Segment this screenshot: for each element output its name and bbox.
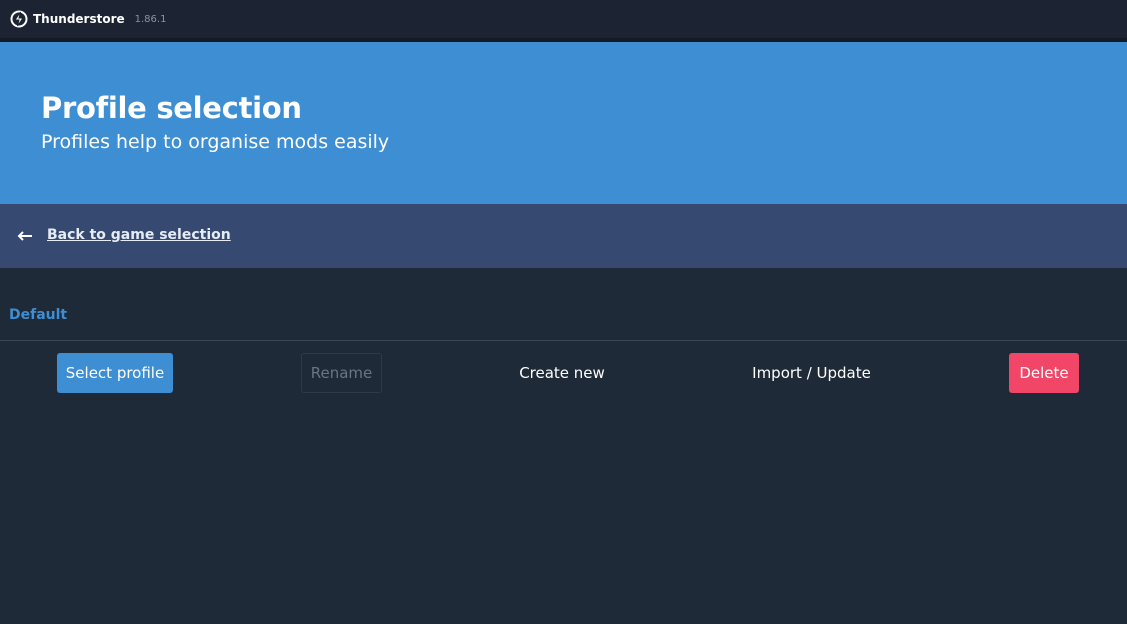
rename-button[interactable]: Rename (301, 353, 382, 393)
create-new-button[interactable]: Create new (512, 353, 612, 393)
import-update-button[interactable]: Import / Update (744, 353, 879, 393)
arrow-left-icon[interactable] (16, 228, 34, 244)
page-subtitle: Profiles help to organise mods easily (41, 131, 390, 153)
app-name: Thunderstore (33, 12, 125, 26)
delete-button[interactable]: Delete (1009, 353, 1079, 393)
navigation-bar: Back to game selection (0, 204, 1127, 268)
hero-banner: Profile selection Profiles help to organ… (0, 42, 1127, 204)
title-bar: Thunderstore 1.86.1 (0, 0, 1127, 38)
profile-name-default[interactable]: Default (9, 307, 67, 323)
select-profile-button[interactable]: Select profile (57, 353, 173, 393)
back-to-game-selection-link[interactable]: Back to game selection (47, 227, 231, 243)
profile-divider (0, 340, 1127, 341)
page-title: Profile selection (41, 91, 302, 125)
app-version: 1.86.1 (134, 13, 167, 25)
thunderstore-logo-icon (10, 10, 28, 28)
